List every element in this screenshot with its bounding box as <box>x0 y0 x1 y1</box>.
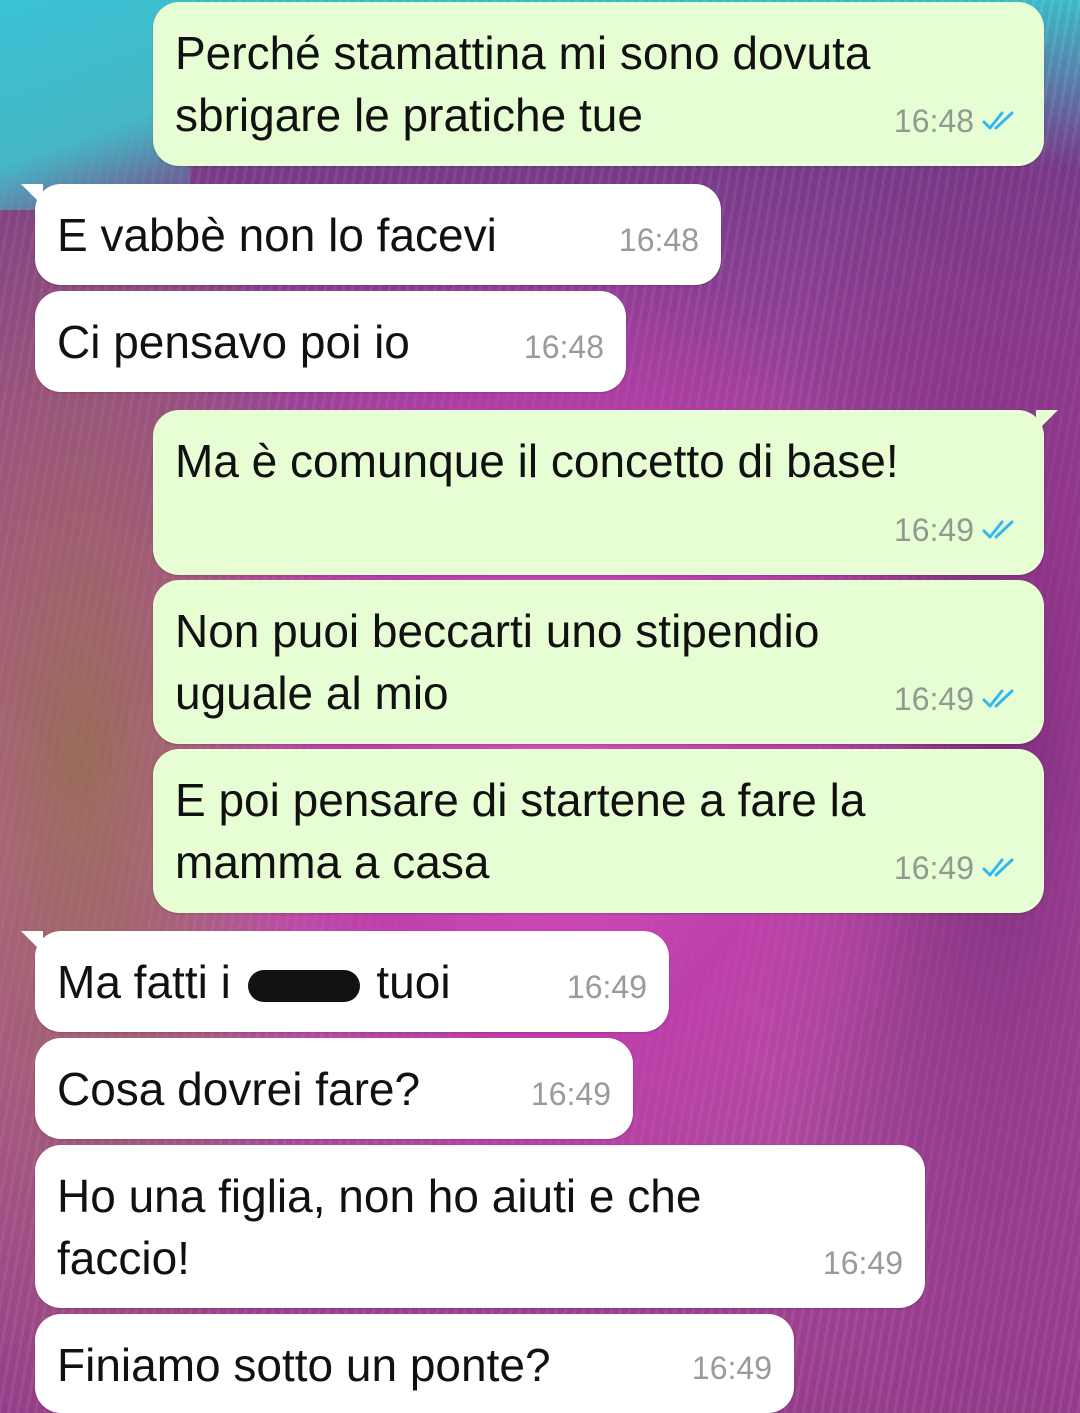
message-meta: 16:49 <box>567 956 647 1018</box>
read-double-check-icon <box>982 689 1014 708</box>
message-time: 16:48 <box>893 103 974 139</box>
message-meta: 16:48 <box>619 209 699 271</box>
message-text: Ma fatti i tuoi <box>57 951 647 1013</box>
message-time: 16:49 <box>566 969 647 1005</box>
message-time: 16:48 <box>618 222 699 258</box>
message-bubble-outgoing[interactable]: Ma è comunque il concetto di base! 16:49 <box>153 410 1058 575</box>
message-meta: 16:49 <box>894 668 1020 730</box>
message-meta: 16:48 <box>524 316 604 378</box>
message-meta: 16:49 <box>692 1337 772 1399</box>
message-text: Finiamo sotto un ponte? <box>57 1339 551 1391</box>
message-time: 16:49 <box>530 1076 611 1112</box>
message-meta: 16:49 <box>823 1232 903 1294</box>
message-time: 16:48 <box>523 329 604 365</box>
message-meta: 16:49 <box>531 1063 611 1125</box>
message-time: 16:49 <box>822 1245 903 1281</box>
message-meta: 16:49 <box>894 499 1020 561</box>
read-double-check-icon <box>982 858 1014 877</box>
message-time: 16:49 <box>691 1350 772 1386</box>
message-bubble-incoming[interactable]: Cosa dovrei fare? 16:49 <box>35 1038 633 1139</box>
message-text: Ma è comunque il concetto di base! <box>175 435 899 487</box>
message-text: Ci pensavo poi io <box>57 316 410 368</box>
message-text: Ho una figlia, non ho aiuti e che faccio… <box>57 1170 702 1284</box>
message-meta: 16:49 <box>894 837 1020 899</box>
message-bubble-outgoing[interactable]: Non puoi beccarti uno stipendio uguale a… <box>153 580 1044 744</box>
message-bubble-incoming[interactable]: Ho una figlia, non ho aiuti e che faccio… <box>35 1145 925 1308</box>
read-double-check-icon <box>982 520 1014 539</box>
message-bubble-incoming[interactable]: Ci pensavo poi io 16:48 <box>35 291 626 392</box>
message-text: Cosa dovrei fare? <box>57 1063 421 1115</box>
message-bubble-incoming[interactable]: Finiamo sotto un ponte? 16:49 <box>35 1314 794 1413</box>
read-double-check-icon <box>982 111 1014 130</box>
message-bubble-outgoing[interactable]: Perché stamattina mi sono dovuta sbrigar… <box>153 2 1044 166</box>
message-time: 16:49 <box>893 681 974 717</box>
censored-word-redaction <box>247 969 360 1002</box>
message-bubble-incoming[interactable]: E vabbè non lo facevi 16:48 <box>21 184 721 285</box>
message-bubble-outgoing[interactable]: E poi pensare di startene a fare la mamm… <box>153 749 1044 913</box>
message-time: 16:49 <box>893 512 974 548</box>
message-time: 16:49 <box>893 850 974 886</box>
message-text-part: Ma fatti i <box>57 956 231 1008</box>
message-bubble-incoming[interactable]: Ma fatti i tuoi 16:49 <box>21 931 669 1032</box>
message-text: E vabbè non lo facevi <box>57 209 497 261</box>
message-text-part: tuoi <box>376 956 451 1008</box>
message-meta: 16:48 <box>894 90 1020 152</box>
